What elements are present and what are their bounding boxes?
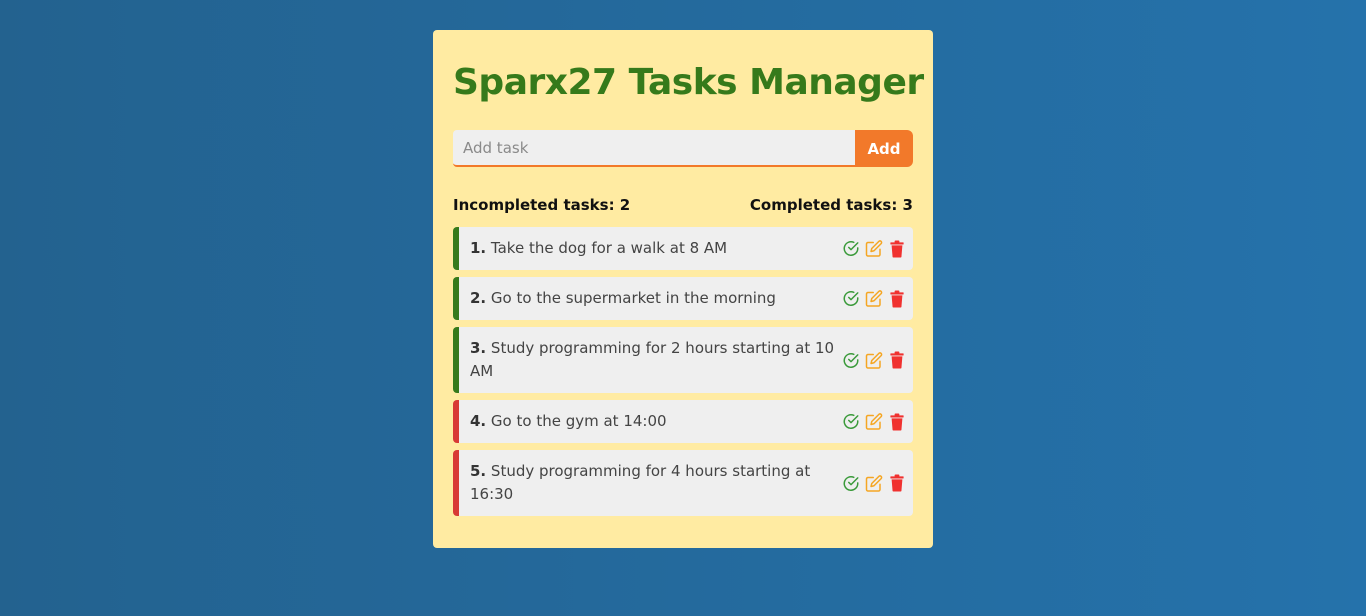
trash-icon[interactable] [887, 289, 906, 308]
task-item: 1. Take the dog for a walk at 8 AM [453, 227, 913, 270]
edit-icon[interactable] [864, 474, 883, 493]
trash-icon[interactable] [887, 239, 906, 258]
task-text: Take the dog for a walk at 8 AM [490, 239, 728, 257]
edit-icon[interactable] [864, 412, 883, 431]
check-circle-icon[interactable] [841, 412, 860, 431]
task-number: 1. [470, 239, 487, 257]
task-text: Go to the gym at 14:00 [490, 412, 667, 430]
page-title: Sparx27 Tasks Manager [453, 62, 924, 103]
task-actions [841, 412, 906, 431]
task-text: Go to the supermarket in the morning [490, 289, 776, 307]
task-number: 2. [470, 289, 487, 307]
task-actions [841, 289, 906, 308]
edit-icon[interactable] [864, 351, 883, 370]
task-text: Study programming for 2 hours starting a… [470, 339, 835, 380]
task-counts: Incompleted tasks: 2 Completed tasks: 3 [453, 196, 913, 214]
task-item: 2. Go to the supermarket in the morning [453, 277, 913, 320]
check-circle-icon[interactable] [841, 239, 860, 258]
task-number: 3. [470, 339, 487, 357]
tasks-card: Sparx27 Tasks Manager Add Incompleted ta… [433, 30, 933, 548]
task-actions [841, 351, 906, 370]
check-circle-icon[interactable] [841, 474, 860, 493]
add-task-input[interactable] [453, 130, 855, 167]
trash-icon[interactable] [887, 474, 906, 493]
task-text: Study programming for 4 hours starting a… [470, 462, 811, 503]
add-button[interactable]: Add [855, 130, 913, 167]
task-actions [841, 474, 906, 493]
edit-icon[interactable] [864, 239, 883, 258]
incompleted-count: Incompleted tasks: 2 [453, 196, 631, 214]
task-actions [841, 239, 906, 258]
task-item: 3. Study programming for 2 hours startin… [453, 327, 913, 393]
check-circle-icon[interactable] [841, 351, 860, 370]
task-number: 4. [470, 412, 487, 430]
task-item: 4. Go to the gym at 14:00 [453, 400, 913, 443]
task-item: 5. Study programming for 4 hours startin… [453, 450, 913, 516]
trash-icon[interactable] [887, 412, 906, 431]
task-number: 5. [470, 462, 487, 480]
task-list: 1. Take the dog for a walk at 8 AM 2. Go… [453, 227, 913, 523]
check-circle-icon[interactable] [841, 289, 860, 308]
completed-count: Completed tasks: 3 [749, 196, 913, 214]
add-task-form: Add [453, 130, 913, 167]
trash-icon[interactable] [887, 351, 906, 370]
edit-icon[interactable] [864, 289, 883, 308]
